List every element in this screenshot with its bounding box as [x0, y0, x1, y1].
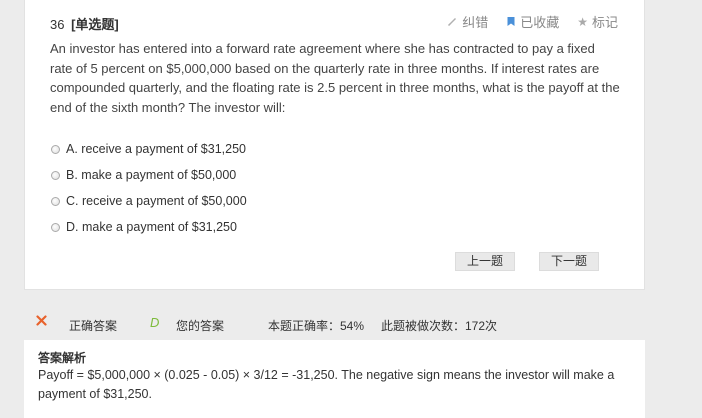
- question-card: 36 [单选题] 纠错 已收藏 ★ 标记 An investor has ent…: [24, 0, 645, 290]
- option-c[interactable]: C. receive a payment of $50,000: [51, 188, 247, 214]
- result-bar: 正确答案 D 您的答案 本题正确率：54% 此题被做次数：172次: [24, 307, 645, 340]
- prev-question-button[interactable]: 上一题: [455, 252, 515, 271]
- favorite-button[interactable]: 已收藏: [506, 12, 559, 31]
- bookmark-icon: [506, 16, 516, 27]
- mark-button[interactable]: ★ 标记: [577, 12, 618, 31]
- options-list: A. receive a payment of $31,250 B. make …: [51, 136, 247, 240]
- my-answer-label: 您的答案: [176, 319, 225, 333]
- report-error-label: 纠错: [462, 15, 489, 30]
- favorite-label: 已收藏: [520, 15, 560, 30]
- explanation-panel: 答案解析 Payoff = $5,000,000 × (0.025 - 0.05…: [24, 340, 645, 418]
- my-answer-letter: D: [150, 315, 160, 330]
- explanation-body: Payoff = $5,000,000 × (0.025 - 0.05) × 3…: [38, 368, 615, 401]
- accuracy-rate: 本题正确率：54%: [268, 319, 365, 333]
- option-a[interactable]: A. receive a payment of $31,250: [51, 136, 247, 162]
- report-error-button[interactable]: 纠错: [447, 12, 488, 31]
- option-label: B. make a payment of $50,000: [66, 168, 237, 182]
- option-label: D. make a payment of $31,250: [66, 220, 237, 234]
- option-d[interactable]: D. make a payment of $31,250: [51, 214, 247, 240]
- question-header: 36 [单选题]: [50, 14, 119, 33]
- wrong-cross-icon: [36, 315, 47, 329]
- radio-button[interactable]: [51, 170, 60, 180]
- correct-answer-label: 正确答案: [69, 319, 118, 333]
- option-label: A. receive a payment of $31,250: [66, 142, 246, 156]
- next-question-button[interactable]: 下一题: [539, 252, 599, 271]
- radio-button[interactable]: [51, 196, 60, 206]
- question-type: [单选题]: [71, 17, 119, 32]
- option-b[interactable]: B. make a payment of $50,000: [51, 162, 247, 188]
- radio-button[interactable]: [51, 222, 60, 232]
- mark-label: 标记: [591, 15, 618, 30]
- radio-button[interactable]: [51, 144, 60, 154]
- option-label: C. receive a payment of $50,000: [66, 194, 247, 208]
- explanation-title: 答案解析: [38, 351, 87, 365]
- attempt-count: 此题被做次数：172次: [381, 319, 498, 333]
- pencil-icon: [447, 16, 458, 27]
- question-stem: An investor has entered into a forward r…: [50, 41, 620, 115]
- question-number: 36: [50, 17, 65, 32]
- question-tools: 纠错 已收藏 ★ 标记: [447, 12, 618, 31]
- star-icon: ★: [577, 14, 588, 29]
